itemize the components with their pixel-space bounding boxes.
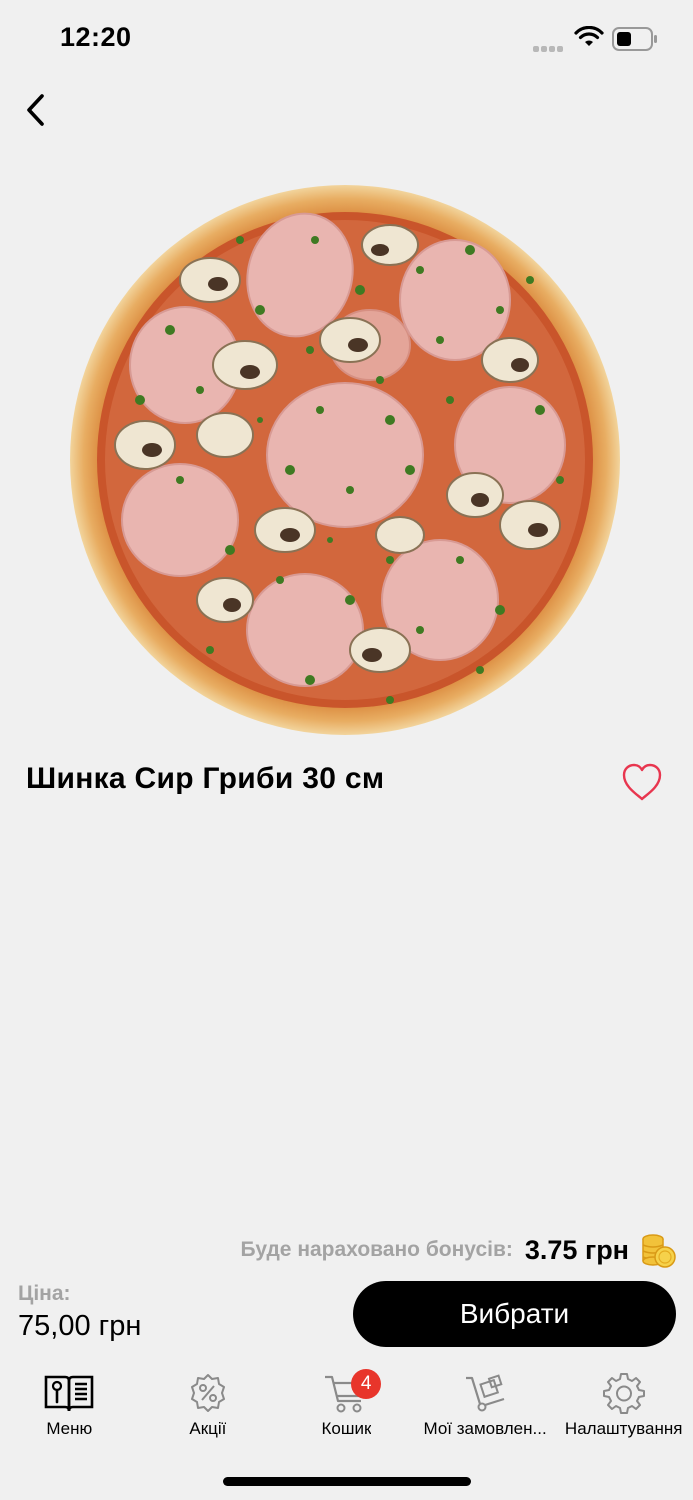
tab-promotions[interactable]: Акції [139, 1365, 278, 1455]
price-value: 75,00 грн [18, 1310, 142, 1342]
product-image [60, 180, 630, 750]
tab-settings[interactable]: Налаштування [554, 1365, 693, 1455]
pizza-photo-icon [70, 185, 620, 735]
menu-book-icon [44, 1375, 94, 1412]
coins-icon [642, 1234, 676, 1268]
battery-icon [612, 27, 658, 56]
orders-icon [466, 1374, 505, 1412]
tab-settings-label: Налаштування [564, 1419, 683, 1438]
tab-menu-label: Меню [46, 1419, 93, 1438]
discount-icon [190, 1374, 225, 1412]
product-title: Шинка Сир Гриби 30 см [26, 762, 385, 795]
tab-bar: Меню Акції 4 Кошик Мої замовлен... Налаш… [0, 1365, 693, 1455]
tab-promotions-label: Акції [189, 1419, 227, 1438]
status-bar: 12:20 [0, 0, 693, 76]
cart-badge: 4 [351, 1369, 382, 1399]
choose-button[interactable]: Вибрати [353, 1281, 676, 1347]
wifi-icon [574, 25, 604, 53]
bonus-info: Буде нараховано бонусів: 3.75 грн [241, 1228, 678, 1272]
cellular-signal-icon [533, 39, 565, 57]
home-indicator [223, 1477, 471, 1486]
tab-my-orders-label: Мої замовлен... [423, 1419, 547, 1438]
back-button[interactable] [14, 88, 58, 132]
settings-icon [602, 1373, 645, 1414]
bonus-value: 3.75 грн [524, 1234, 629, 1265]
tab-menu[interactable]: Меню [0, 1365, 139, 1455]
tab-cart[interactable]: 4 Кошик [277, 1365, 416, 1455]
favorite-button[interactable] [618, 760, 666, 804]
chevron-left-icon [27, 94, 44, 126]
heart-icon [622, 763, 662, 801]
tab-cart-label: Кошик [321, 1419, 372, 1438]
bonus-label: Буде нараховано бонусів: [240, 1238, 513, 1261]
tab-my-orders[interactable]: Мої замовлен... [416, 1365, 555, 1455]
status-time: 12:20 [60, 22, 132, 52]
price-label: Ціна: [18, 1282, 71, 1305]
